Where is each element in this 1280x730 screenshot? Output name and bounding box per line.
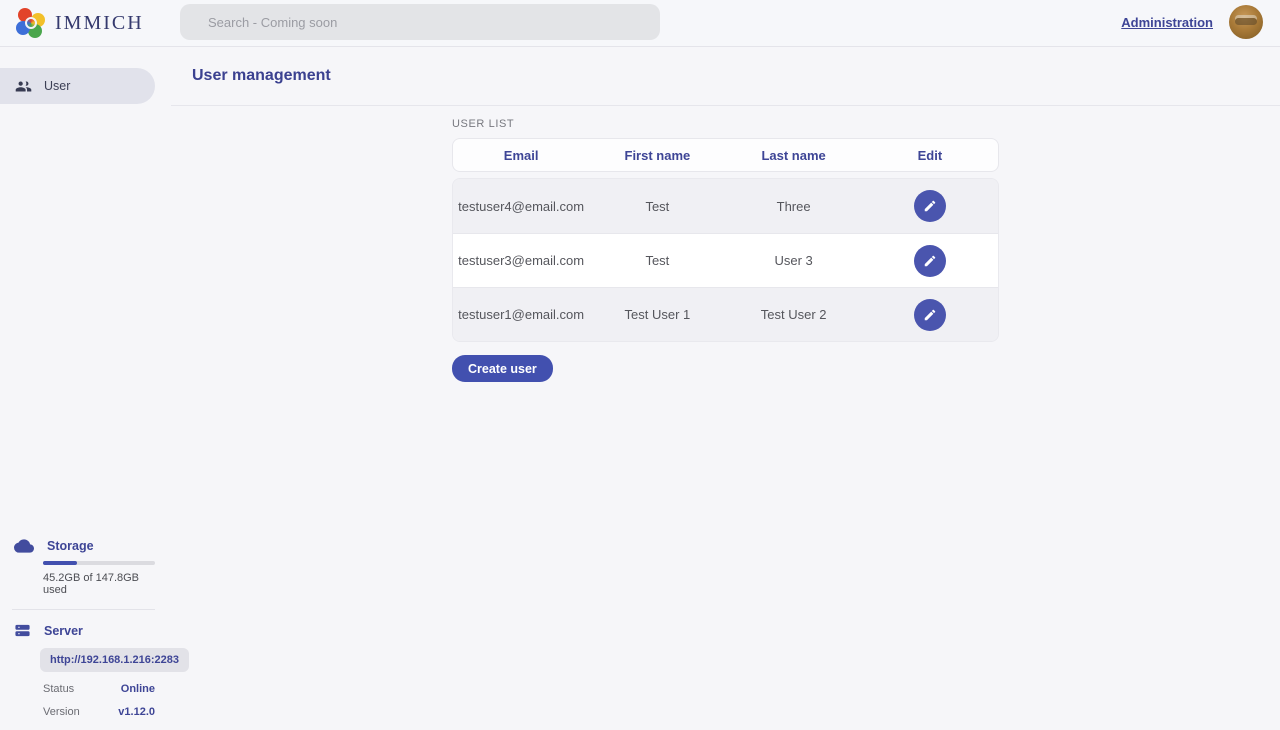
column-header-email: Email	[453, 148, 589, 163]
page-header: User management	[171, 47, 1280, 106]
search-input[interactable]	[180, 4, 660, 40]
main-content: User management USER LIST Email First na…	[171, 47, 1280, 730]
version-value: v1.12.0	[118, 706, 155, 718]
cell-email: testuser1@email.com	[453, 307, 589, 322]
page-title: User management	[192, 67, 331, 85]
server-url: http://192.168.1.216:2283	[40, 648, 189, 672]
sidebar-divider	[12, 609, 155, 610]
edit-user-button[interactable]	[914, 299, 946, 331]
user-table: testuser4@email.com Test Three testuser3…	[452, 178, 999, 342]
server-status-row: Status Online	[43, 683, 155, 695]
cell-first-name: Test User 1	[589, 307, 725, 322]
edit-user-button[interactable]	[914, 190, 946, 222]
storage-progress-fill	[43, 561, 77, 565]
cell-last-name: Three	[726, 199, 862, 214]
pencil-icon	[923, 199, 937, 213]
pencil-icon	[923, 308, 937, 322]
status-label: Status	[43, 683, 74, 695]
sidebar-footer: Storage 45.2GB of 147.8GB used Server ht…	[0, 538, 155, 718]
cell-last-name: Test User 2	[726, 307, 862, 322]
cell-email: testuser4@email.com	[453, 199, 589, 214]
cell-email: testuser3@email.com	[453, 253, 589, 268]
immich-logo-icon	[16, 8, 46, 38]
cloud-icon	[14, 538, 34, 554]
storage-progress-bar	[43, 561, 155, 565]
create-user-button[interactable]: Create user	[452, 355, 553, 382]
column-header-first-name: First name	[589, 148, 725, 163]
table-header-row: Email First name Last name Edit	[452, 138, 999, 172]
user-list-section: USER LIST Email First name Last name Edi…	[452, 118, 999, 382]
sidebar: User Storage 45.2GB of 147.8GB used Serv…	[0, 47, 171, 730]
pencil-icon	[923, 254, 937, 268]
storage-title: Storage	[47, 539, 94, 553]
administration-link[interactable]: Administration	[1121, 15, 1213, 30]
users-icon	[15, 78, 32, 95]
table-row: testuser1@email.com Test User 1 Test Use…	[453, 287, 998, 341]
table-row: testuser3@email.com Test User 3	[453, 233, 998, 287]
sidebar-item-user[interactable]: User	[0, 68, 155, 104]
version-label: Version	[43, 706, 80, 718]
server-version-row: Version v1.12.0	[43, 706, 155, 718]
sidebar-item-user-label: User	[44, 79, 70, 93]
cell-first-name: Test	[589, 253, 725, 268]
server-title: Server	[44, 624, 83, 638]
storage-section-header: Storage	[0, 538, 155, 554]
server-section-header: Server	[0, 622, 155, 639]
cell-first-name: Test	[589, 199, 725, 214]
user-list-heading: USER LIST	[452, 118, 999, 130]
status-value: Online	[121, 683, 155, 695]
user-avatar[interactable]	[1229, 5, 1263, 39]
app-title: IMMICH	[55, 12, 144, 35]
table-row: testuser4@email.com Test Three	[453, 179, 998, 233]
top-bar: IMMICH Administration	[0, 0, 1280, 47]
column-header-edit: Edit	[862, 148, 998, 163]
storage-usage-text: 45.2GB of 147.8GB used	[43, 572, 155, 596]
edit-user-button[interactable]	[914, 245, 946, 277]
column-header-last-name: Last name	[726, 148, 862, 163]
server-icon	[14, 622, 31, 639]
cell-last-name: User 3	[726, 253, 862, 268]
immich-brand: IMMICH	[16, 8, 144, 38]
